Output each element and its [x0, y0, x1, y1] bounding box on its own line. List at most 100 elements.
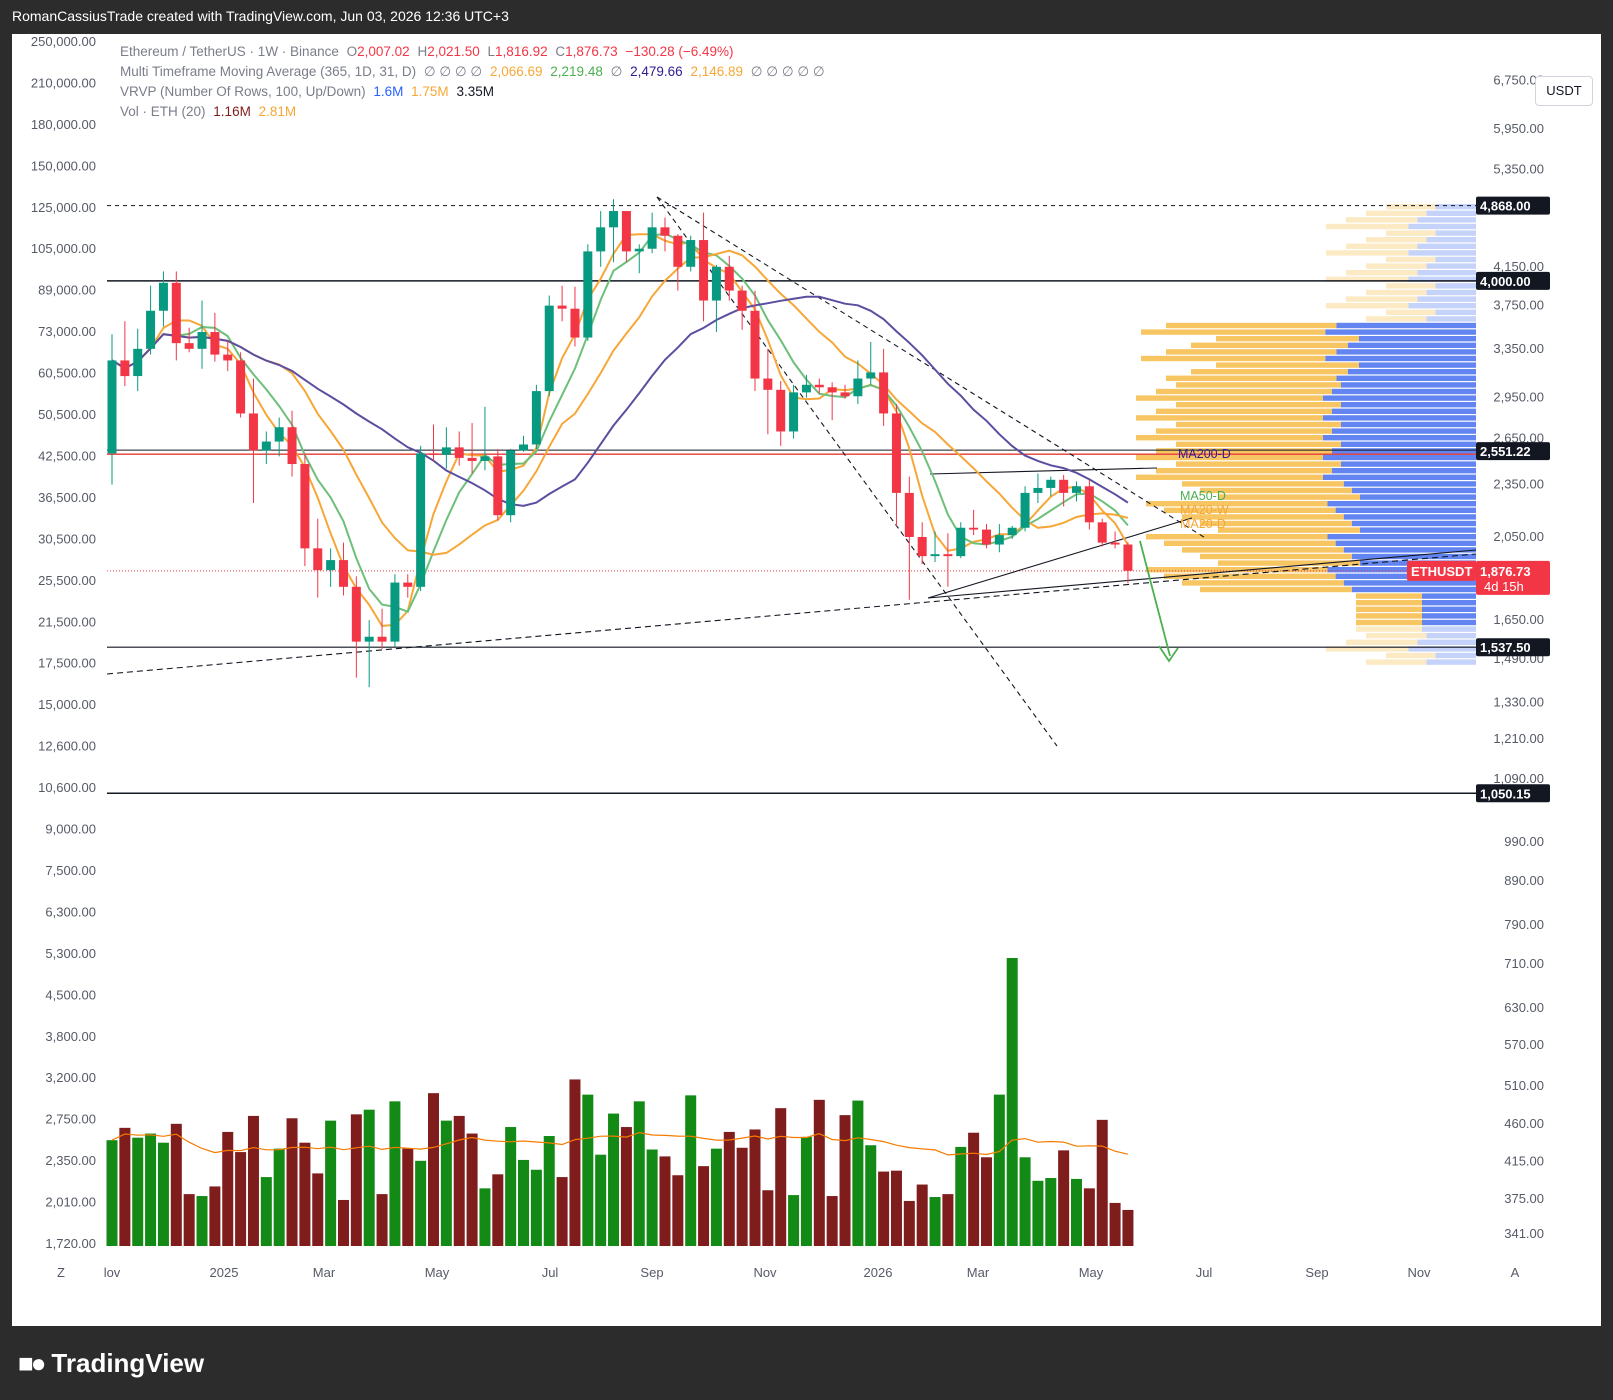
vrvp-down-bar — [1164, 573, 1336, 579]
volume-bar — [839, 1115, 851, 1246]
candle-body — [583, 251, 593, 338]
volume-bar — [710, 1148, 722, 1246]
candle-body — [711, 266, 721, 301]
right-axis-tick: 990.00 — [1504, 834, 1544, 849]
legend-symbol[interactable]: Ethereum / TetherUS · 1W · Binance — [120, 44, 339, 59]
volume-bar — [569, 1079, 581, 1246]
vrvp-up-bar — [1408, 223, 1476, 230]
chart-frame[interactable]: 250,000.00 210,000.00 180,000.00 150,000.00… — [12, 34, 1601, 1326]
volume-bar — [119, 1127, 131, 1246]
vrvp-up-bar — [1335, 507, 1476, 513]
last-price-tag: 1,876.73 — [1480, 564, 1531, 579]
vrvp-up-bar — [1336, 375, 1476, 381]
vrvp-up-bar — [1435, 652, 1476, 659]
vrvp-down-bar — [1386, 204, 1436, 210]
candle-body — [326, 560, 336, 571]
vrvp-up-bar — [1351, 487, 1476, 494]
vrvp-up-bar — [1435, 283, 1476, 289]
volume-bar — [312, 1173, 324, 1246]
volume-bar — [1096, 1119, 1108, 1246]
candle-body — [737, 290, 747, 311]
vrvp-down-bar — [1366, 659, 1427, 665]
candle-body — [1097, 522, 1107, 543]
vrvp-up-bar — [1359, 336, 1476, 342]
vrvp-down-bar — [1176, 402, 1341, 408]
volume-bar — [1019, 1157, 1031, 1246]
x-axis-tick: Mar — [967, 1265, 990, 1280]
vrvp-up-bar — [1426, 659, 1476, 665]
vrvp-up-bar — [1408, 250, 1476, 256]
vrvp-up-bar — [1417, 639, 1476, 645]
left-axis-tick: 105,000.00 — [31, 241, 96, 256]
chart-canvas[interactable]: 250,000.00 210,000.00 180,000.00 150,000.00… — [12, 34, 1601, 1326]
vrvp-up-bar — [1332, 448, 1476, 454]
left-axis-tick: 42,500.00 — [38, 448, 96, 463]
candle-body — [956, 527, 966, 557]
candle-body — [429, 453, 438, 455]
vrvp-down-bar — [1326, 250, 1409, 256]
candle-body — [1110, 542, 1120, 545]
vrvp-down-bar — [1386, 652, 1436, 659]
vrvp-down-bar — [1346, 270, 1418, 276]
vrvp-down-bar — [1366, 316, 1427, 322]
vrvp-down-bar — [1356, 613, 1422, 619]
x-axis-tick: Jul — [1196, 1265, 1213, 1280]
right-axis-tick: 1,650.00 — [1493, 612, 1544, 627]
vrvp-down-bar — [1182, 580, 1344, 586]
legend-mtma-row[interactable]: Multi Timeframe Moving Average (365, 1D,… — [120, 64, 829, 80]
left-axis-tick: 2,350.00 — [45, 1153, 96, 1168]
volume-bar — [620, 1127, 632, 1246]
legend-vol-ma: 2.81M — [258, 104, 297, 119]
volume-bar — [505, 1127, 517, 1246]
vrvp-down-bar — [1356, 619, 1422, 626]
ma200d-label: MA200-D — [1178, 447, 1231, 461]
vrvp-up-bar — [1359, 362, 1476, 368]
legend-vrvp-row[interactable]: VRVP (Number Of Rows, 100, Up/Down) 1.6M… — [120, 84, 498, 99]
tradingview-logo[interactable]: ■● TradingView — [18, 1348, 204, 1379]
vrvp-up-bar — [1343, 580, 1476, 586]
volume-bar — [299, 1142, 311, 1246]
vrvp-down-bar — [1218, 527, 1360, 533]
vrvp-down-bar — [1386, 309, 1436, 315]
vrvp-down-bar — [1156, 428, 1332, 434]
vrvp-down-bar — [1141, 329, 1326, 335]
price-tag-1050: 1,050.15 — [1480, 786, 1531, 801]
vrvp-up-bar — [1435, 256, 1476, 263]
right-axis-tick: 2,050.00 — [1493, 529, 1544, 544]
legend-ohlc: O2,007.02 H2,021.50 L1,816.92 C1,876.73 … — [346, 44, 734, 59]
vrvp-down-bar — [1166, 375, 1337, 381]
volume-bar — [659, 1156, 671, 1246]
ma20d-label: MA20-D — [1180, 517, 1226, 531]
candle-body — [146, 310, 156, 349]
volume-bar — [646, 1149, 658, 1246]
x-axis-tick: May — [425, 1265, 450, 1280]
candle-body — [1020, 492, 1030, 528]
volume-bar — [402, 1148, 414, 1246]
vrvp-up-bar — [1336, 349, 1476, 355]
candle-body — [917, 536, 927, 557]
left-axis-tick: 7,500.00 — [45, 863, 96, 878]
candle-body — [634, 248, 644, 252]
vrvp-down-bar — [1156, 408, 1332, 414]
candle-body — [480, 456, 490, 461]
left-axis-tick: 9,000.00 — [45, 822, 96, 837]
volume-bar — [466, 1133, 478, 1246]
left-axis-tick: 17,500.00 — [38, 656, 96, 671]
candle-body — [441, 447, 451, 455]
currency-button[interactable]: USDT — [1535, 76, 1593, 106]
vrvp-down-bar — [1182, 481, 1344, 487]
candle-body — [1084, 486, 1094, 523]
left-axis-tick: 89,000.00 — [38, 283, 96, 298]
candle-body — [287, 427, 297, 465]
legend-vol-row[interactable]: Vol · ETH (20) 1.16M 2.81M — [120, 104, 300, 119]
candle-body — [1007, 527, 1017, 536]
candle-body — [904, 492, 914, 537]
candle-body — [776, 389, 786, 432]
right-axis-tick: 3,350.00 — [1493, 341, 1544, 356]
candle-body — [1033, 487, 1043, 493]
vrvp-up-bar — [1426, 316, 1476, 322]
right-axis-tick: 4,150.00 — [1493, 259, 1544, 274]
volume-bar — [209, 1186, 221, 1246]
volume-bar — [929, 1197, 941, 1246]
left-axis-tick: 50,500.00 — [38, 407, 96, 422]
